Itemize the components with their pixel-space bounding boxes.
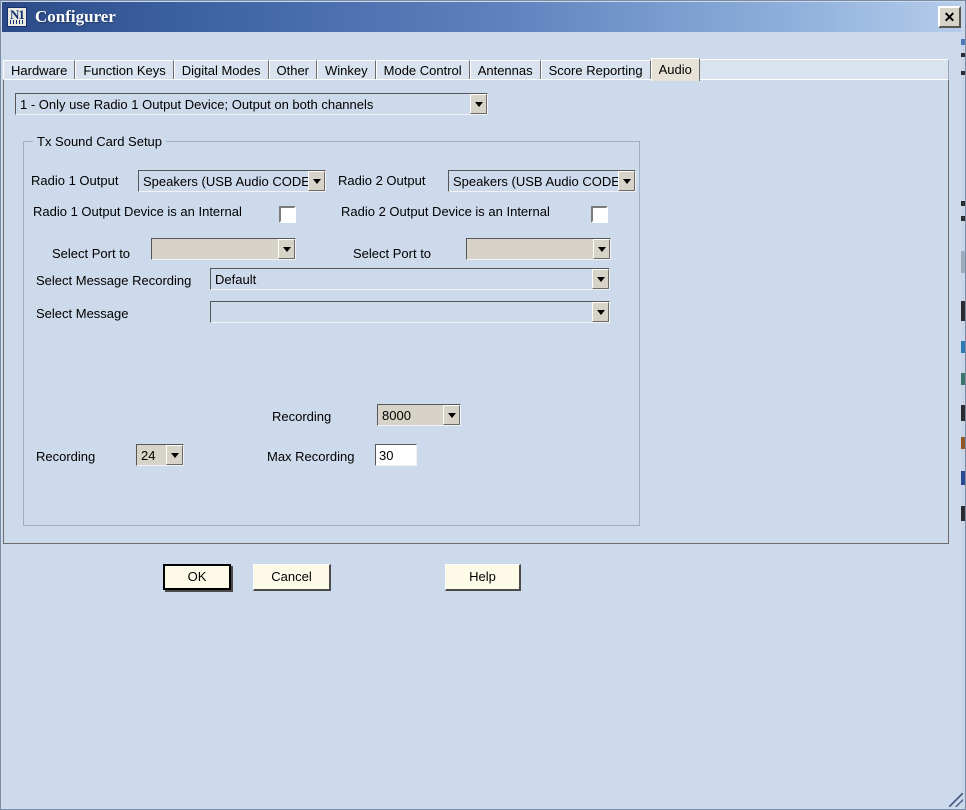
select-message-label: Select Message — [36, 306, 129, 321]
radio1-output-value: Speakers (USB Audio CODE — [143, 173, 308, 189]
chevron-down-icon[interactable] — [593, 239, 610, 259]
chevron-down-icon[interactable] — [470, 94, 487, 114]
tab-other[interactable]: Other — [268, 60, 318, 80]
chevron-down-icon[interactable] — [443, 405, 460, 425]
tab-strip-filler — [699, 59, 949, 80]
n1mm-logo-icon: N1 — [7, 7, 27, 27]
radio2-port-combo[interactable] — [466, 238, 611, 260]
radio2-output-combo[interactable]: Speakers (USB Audio CODE — [448, 170, 636, 192]
resize-grip[interactable] — [949, 793, 963, 807]
tab-function-keys[interactable]: Function Keys — [75, 60, 174, 80]
recording-rate-combo[interactable]: 8000 — [377, 404, 461, 426]
radio1-port-label: Select Port to — [52, 246, 131, 261]
recording-bits-value: 24 — [141, 447, 156, 463]
radio1-internal-checkbox[interactable] — [279, 206, 296, 223]
max-recording-label: Max Recording — [267, 449, 355, 464]
tx-sound-card-setup-title: Tx Sound Card Setup — [33, 134, 167, 149]
window-title: Configurer — [35, 7, 116, 26]
tab-antennas[interactable]: Antennas — [469, 60, 541, 80]
radio1-output-combo[interactable]: Speakers (USB Audio CODE — [138, 170, 326, 192]
max-recording-input[interactable] — [375, 444, 417, 466]
select-message-combo[interactable] — [210, 301, 610, 323]
chevron-down-icon[interactable] — [592, 269, 609, 289]
tab-score-reporting[interactable]: Score Reporting — [540, 60, 651, 80]
tx-sound-card-setup-group — [23, 141, 640, 526]
chevron-down-icon[interactable] — [278, 239, 295, 259]
close-icon[interactable]: ✕ — [938, 6, 961, 28]
message-recording-combo[interactable]: Default — [210, 268, 610, 290]
recording-bits-combo[interactable]: 24 — [136, 444, 184, 466]
message-recording-value: Default — [215, 271, 257, 287]
chevron-down-icon[interactable] — [308, 171, 325, 191]
output-mode-combo[interactable]: 1 - Only use Radio 1 Output Device; Outp… — [15, 93, 488, 115]
configurer-window: N1 Configurer ✕ Hardware Function Keys D… — [0, 0, 966, 810]
message-recording-label: Select Message Recording — [36, 273, 192, 288]
background-window-edge — [961, 1, 965, 809]
tab-digital-modes[interactable]: Digital Modes — [173, 60, 269, 80]
chevron-down-icon[interactable] — [166, 445, 183, 465]
chevron-down-icon[interactable] — [592, 302, 609, 322]
tab-audio[interactable]: Audio — [650, 58, 700, 81]
title-bar: N1 Configurer ✕ — [2, 2, 965, 32]
cancel-button[interactable]: Cancel — [253, 564, 331, 591]
ok-button[interactable]: OK — [163, 564, 231, 590]
radio2-internal-label: Radio 2 Output Device is an Internal — [341, 204, 550, 219]
help-button[interactable]: Help — [445, 564, 521, 591]
radio1-output-label: Radio 1 Output — [31, 173, 119, 188]
tab-strip: Hardware Function Keys Digital Modes Oth… — [3, 58, 949, 81]
recording-rate-label: Recording — [272, 409, 332, 424]
tab-mode-control[interactable]: Mode Control — [375, 60, 470, 80]
radio1-internal-label: Radio 1 Output Device is an Internal — [33, 204, 242, 219]
tab-hardware[interactable]: Hardware — [3, 60, 76, 80]
radio2-port-label: Select Port to — [353, 246, 432, 261]
tab-winkey[interactable]: Winkey — [317, 60, 376, 80]
radio1-port-combo[interactable] — [151, 238, 296, 260]
radio2-internal-checkbox[interactable] — [591, 206, 608, 223]
output-mode-value: 1 - Only use Radio 1 Output Device; Outp… — [20, 96, 374, 112]
radio2-output-value: Speakers (USB Audio CODE — [453, 173, 618, 189]
recording-rate-value: 8000 — [382, 407, 411, 423]
recording-bits-label: Recording — [36, 449, 96, 464]
chevron-down-icon[interactable] — [618, 171, 635, 191]
radio2-output-label: Radio 2 Output — [338, 173, 426, 188]
